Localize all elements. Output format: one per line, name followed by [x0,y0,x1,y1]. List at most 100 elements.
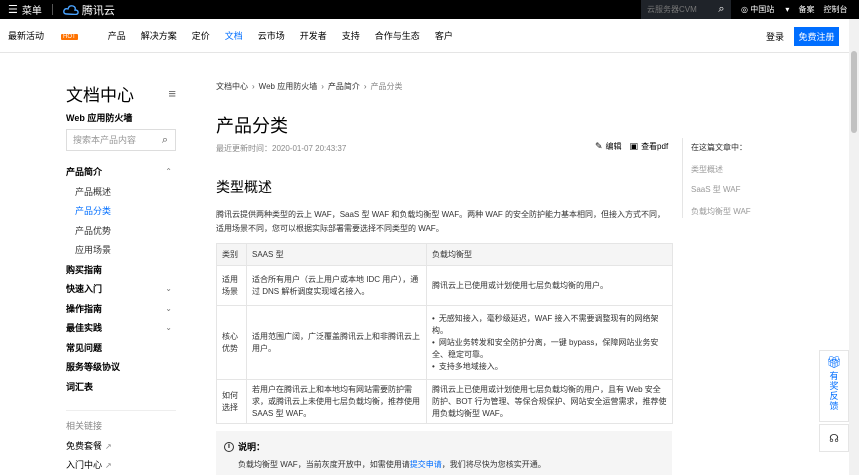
brand-logo[interactable]: 腾讯云 [62,2,115,18]
chevron-right-icon: › [321,82,324,91]
breadcrumb-product[interactable]: Web 应用防火墙 [259,82,318,91]
table-cell: 适用范围广阔，广泛覆盖腾讯云上和非腾讯云上用户。 [246,305,427,380]
search-icon[interactable]: ⌕ [155,134,175,147]
sidebar-item-classification[interactable]: 产品分类 [66,201,178,221]
submit-application-link[interactable]: 提交申请 [410,460,442,469]
console-link[interactable]: 控制台 [823,4,847,15]
hot-badge: HOT [61,33,78,40]
menu-button[interactable]: ☰ 菜单 [0,0,42,19]
table-row: 适用场景 适合所有用户（云上用户或本地 IDC 用户），通过 DNS 解析调度实… [216,265,673,306]
breadcrumb-doc-center[interactable]: 文档中心 [216,82,248,91]
edit-label: 编辑 [605,142,622,151]
nav-item-activity[interactable]: 最新活动 HOT [8,29,93,42]
toc-item[interactable]: 类型概述 [683,164,723,175]
site-label: 中国站 [750,5,775,14]
table-header: 类别 [216,243,247,266]
getting-started-link[interactable]: 入门中心 ↗ [66,458,112,471]
divider [51,4,53,15]
top-bar: ☰ 菜单 腾讯云 云服务器CVM ⌕ ◎ 中国站 ▾ 备案 控制台 [0,0,859,19]
sidebar-item-label: 操作指南 [66,303,103,314]
table-header: SAAS 型 [246,243,427,266]
nav-item-solutions[interactable]: 解决方案 [141,29,177,42]
table-row: 如何选择 若用户在腾讯云上和本地均有网站需要防护需求，或腾讯云上未使用七层负载均… [216,379,673,424]
intro-paragraph: 腾讯云提供两种类型的云上 WAF，SaaS 型 WAF 和负载均衡型 WAF。两… [216,210,666,233]
cloud-logo-icon [62,4,79,15]
sidebar-item-quickstart[interactable]: 快速入门 ⌄ [66,279,178,299]
sidebar-item-purchase[interactable]: 购买指南 [66,260,178,280]
sidebar-item-advantages[interactable]: 产品优势 [66,221,178,241]
sidebar-item-label: 产品简介 [66,167,103,178]
nav-item-partners[interactable]: 合作与生态 [375,29,420,42]
sidebar-item-guide[interactable]: 操作指南 ⌄ [66,299,178,319]
table-cell: 适用场景 [216,265,247,306]
edit-button[interactable]: ✎ 编辑 [595,141,622,152]
breadcrumb-intro[interactable]: 产品简介 [328,82,360,91]
info-icon: i [224,441,234,452]
global-search-input[interactable]: 云服务器CVM [641,4,712,15]
breadcrumb: 文档中心 › Web 应用防火墙 › 产品简介 › 产品分类 [216,81,403,92]
feedback-button[interactable]: 🎁︎ 有奖反馈 [819,350,849,422]
list-item: 网站业务转发和安全防护分离，一键 bypass，保障网站业务安全、稳定可靠。 [432,337,667,361]
sidebar-item-practice[interactable]: 最佳实践 ⌄ [66,318,178,338]
chevron-up-icon: ⌃ [165,167,172,177]
note-title: 说明： [238,442,266,452]
feedback-label: 有奖反馈 [828,371,839,411]
nav-item-docs[interactable]: 文档 [225,29,243,42]
view-pdf-button[interactable]: ▣ 查看pdf [630,141,669,152]
product-name: Web 应用防火墙 [66,113,133,123]
nav-item-products[interactable]: 产品 [108,29,126,42]
nav-item-marketplace[interactable]: 云市场 [258,29,285,42]
scrollbar-thumb[interactable] [851,51,857,133]
sidebar-item-scenarios[interactable]: 应用场景 [66,240,178,260]
table-cell: 腾讯云上已使用或计划使用七层负载均衡的用户，且有 Web 安全防护、BOT 行为… [426,379,673,424]
sidebar-item-label: 购买指南 [66,264,103,275]
nav-item-support[interactable]: 支持 [342,29,360,42]
login-link[interactable]: 登录 [766,30,784,43]
list-toggle-icon[interactable]: ≡ [168,86,176,101]
sidebar-item-label: 应用场景 [75,245,112,256]
nav-item-developers[interactable]: 开发者 [300,29,327,42]
chevron-right-icon: › [252,82,255,91]
register-button[interactable]: 免费注册 [794,27,839,46]
sidebar-item-glossary[interactable]: 词汇表 [66,377,178,397]
sidebar-item-faq[interactable]: 常见问题 [66,338,178,358]
doc-center-title: 文档中心 [66,86,134,105]
breadcrumb-current: 产品分类 [370,82,403,91]
site-selector[interactable]: ◎ 中国站 ▾ [741,4,789,15]
advantage-list: 无感知接入，毫秒级延迟，WAF 接入不需要调整现有的网络架构。 网站业务转发和安… [432,313,667,373]
table-cell: 核心优势 [216,305,247,380]
table-cell: 适合所有用户（云上用户或本地 IDC 用户），通过 DNS 解析调度实现域名接入… [246,265,427,306]
back-to-top-button[interactable]: ☊ [819,424,849,452]
table-row: 核心优势 适用范围广阔，广泛覆盖腾讯云上和非腾讯云上用户。 无感知接入，毫秒级延… [216,305,673,380]
free-tier-link[interactable]: 免费套餐 ↗ [66,439,112,452]
page-title: 产品分类 [216,116,288,136]
sidebar-item-label: 产品概述 [75,186,112,197]
toc-item[interactable]: 负载均衡型 WAF [683,206,751,217]
global-search[interactable]: 云服务器CVM ⌕ [641,0,731,19]
sidebar-menu: 产品简介 ⌃ 产品概述 产品分类 产品优势 应用场景 购买指南 快速入门 ⌄ 操作指… [66,162,178,396]
sidebar-item-overview[interactable]: 产品概述 [66,182,178,202]
nav-activity-label: 最新活动 [8,31,45,41]
toc-item[interactable]: SaaS 型 WAF [683,184,741,195]
sidebar-item-sla[interactable]: 服务等级协议 [66,357,178,377]
table-cell: 无感知接入，毫秒级延迟，WAF 接入不需要调整现有的网络架构。 网站业务转发和安… [426,305,673,380]
main-nav: 最新活动 HOT 产品 解决方案 定价 文档 云市场 开发者 支持 合作与生态 客… [0,19,859,53]
nav-item-pricing[interactable]: 定价 [192,29,210,42]
divider [66,410,176,411]
table-cell: 如何选择 [216,379,247,424]
sidebar-item-intro[interactable]: 产品简介 ⌃ [66,162,178,182]
filing-link[interactable]: 备案 [798,4,814,15]
nav-item-customers[interactable]: 客户 [435,29,453,42]
sidebar-item-label: 产品优势 [75,225,112,236]
view-pdf-label: 查看pdf [641,142,669,151]
search-icon[interactable]: ⌕ [712,3,731,16]
product-search-input[interactable] [67,135,155,145]
section-title: 类型概述 [216,179,272,195]
brand-name: 腾讯云 [81,4,115,17]
page-scrollbar[interactable] [849,19,859,475]
edit-icon: ✎ [595,141,603,151]
menu-label: 菜单 [21,6,42,17]
last-updated: 最近更新时间：2020-01-07 20:43:37 [216,144,347,153]
sidebar-item-label: 快速入门 [66,284,103,295]
note-body: 负载均衡型 WAF，当前灰度开放中，如需使用请提交申请，我们将尽快为您核实开通。 [224,459,664,470]
